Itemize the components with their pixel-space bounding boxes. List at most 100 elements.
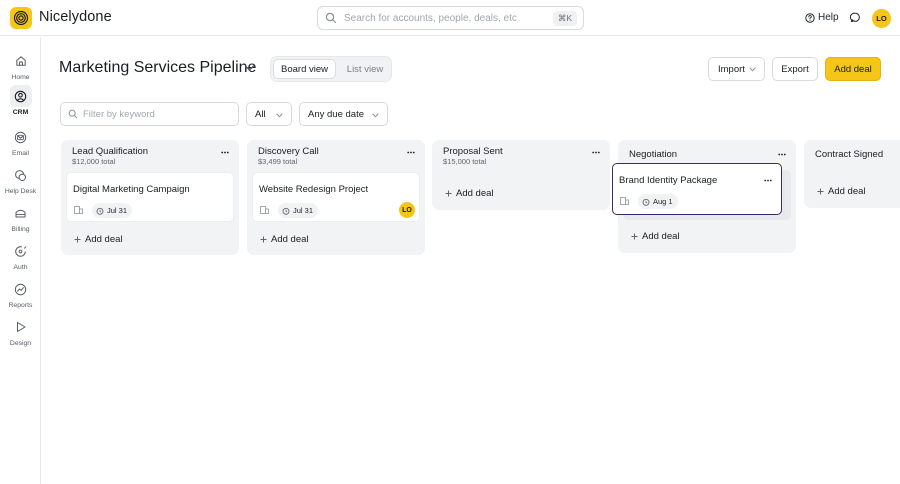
plus-icon [74, 236, 81, 243]
helpdesk-icon [15, 169, 27, 181]
app-name: Nicelydone [39, 9, 112, 25]
deal-card[interactable]: Website Redesign Project Jul 31 LO [252, 172, 420, 222]
sidebar-item-reports[interactable]: Reports [0, 278, 41, 309]
board-view-tab[interactable]: Board view [273, 59, 336, 79]
pipeline-column-proposal-sent: Proposal Sent $15,000 total Add deal [432, 140, 610, 210]
export-button[interactable]: Export [772, 57, 818, 81]
pipeline-column-lead-qualification: Lead Qualification $12,000 total Digital… [61, 140, 239, 255]
sidebar-item-home[interactable]: Home [0, 50, 41, 81]
due-date-badge: Jul 31 [278, 203, 319, 218]
search-input[interactable]: Search for accounts, people, deals, etc [344, 13, 553, 24]
building-icon [260, 206, 269, 214]
plus-icon [631, 233, 638, 240]
column-title: Lead Qualification [72, 146, 149, 157]
column-total: $15,000 total [443, 157, 487, 166]
pipeline-column-negotiation: Negotiation Brand Identity Package Aug 1… [612, 140, 796, 253]
due-date-filter-select[interactable]: Any due date [299, 102, 388, 126]
user-avatar[interactable]: LO [872, 9, 891, 28]
deal-card[interactable]: Digital Marketing Campaign Jul 31 [66, 172, 234, 222]
crm-icon [14, 90, 27, 102]
pipeline-column-discovery-call: Discovery Call $3,499 total Website Rede… [247, 140, 425, 255]
due-date-badge: Aug 1 [638, 194, 678, 209]
sidebar: Home CRM Email Help Desk Billing Auth Re… [0, 37, 41, 484]
deal-title: Brand Identity Package [619, 175, 718, 186]
keyword-filter-input[interactable]: Filter by keyword [60, 102, 239, 126]
due-date-badge: Jul 31 [92, 203, 133, 218]
add-deal-label: Add deal [642, 231, 680, 242]
sidebar-item-label: Auth [13, 264, 28, 271]
deal-title: Digital Marketing Campaign [73, 184, 190, 195]
deal-owner-avatar[interactable]: LO [399, 202, 415, 218]
column-title: Discovery Call [258, 146, 319, 157]
help-label: Help [818, 12, 839, 23]
due-date-text: Jul 31 [107, 206, 128, 215]
sidebar-item-billing[interactable]: Billing [0, 202, 41, 233]
more-horizontal-icon[interactable] [221, 151, 229, 154]
billing-icon [15, 209, 26, 217]
help-button[interactable]: Help [805, 12, 839, 23]
sidebar-item-help-desk[interactable]: Help Desk [0, 164, 41, 195]
building-icon [74, 206, 83, 214]
more-horizontal-icon[interactable] [407, 151, 415, 154]
chevron-down-icon[interactable] [244, 64, 255, 72]
view-toggle: Board view List view [270, 56, 392, 82]
due-date-text: Aug 1 [653, 197, 673, 206]
chat-icon[interactable] [850, 12, 861, 23]
top-bar: Nicelydone Search for accounts, people, … [0, 0, 900, 36]
add-deal-link[interactable]: Add deal [260, 234, 309, 245]
add-deal-link[interactable]: Add deal [74, 234, 123, 245]
sidebar-item-email[interactable]: Email [0, 126, 41, 157]
app-logo[interactable] [10, 7, 32, 29]
sidebar-item-design[interactable]: Design [0, 316, 41, 347]
alarm-clock-icon [282, 207, 290, 215]
global-search[interactable]: Search for accounts, people, deals, etc … [317, 6, 584, 30]
add-deal-link[interactable]: Add deal [817, 186, 866, 197]
column-title: Proposal Sent [443, 146, 503, 157]
help-icon [805, 12, 815, 23]
deal-card-dragging[interactable]: Brand Identity Package Aug 1 [612, 163, 782, 215]
search-icon [325, 12, 337, 24]
chevron-down-icon [276, 113, 283, 118]
building-icon [620, 197, 629, 205]
logo-spiral-icon [13, 10, 29, 26]
search-shortcut: ⌘K [552, 10, 577, 26]
sidebar-item-label: Help Desk [4, 188, 37, 195]
keyword-filter-placeholder: Filter by keyword [83, 108, 155, 120]
sidebar-item-auth[interactable]: Auth [0, 240, 41, 271]
more-horizontal-icon[interactable] [764, 179, 772, 182]
add-deal-link[interactable]: Add deal [445, 188, 494, 199]
design-icon [16, 322, 25, 332]
email-icon [14, 131, 27, 143]
add-deal-label: Add deal [456, 188, 494, 199]
plus-icon [445, 190, 452, 197]
add-deal-label: Add deal [271, 234, 309, 245]
import-button[interactable]: Import [708, 57, 765, 81]
sidebar-item-label: Home [11, 74, 30, 81]
chevron-down-icon [749, 67, 756, 72]
owner-filter-select[interactable]: All [246, 102, 292, 126]
add-deal-label: Add deal [828, 186, 866, 197]
column-title: Negotiation [629, 149, 678, 160]
home-icon [15, 56, 26, 66]
due-date-text: Jul 31 [293, 206, 314, 215]
owner-filter-value: All [255, 108, 266, 120]
sidebar-item-label: Design [9, 340, 32, 347]
sidebar-item-label: Billing [11, 226, 30, 233]
alarm-clock-icon [642, 198, 650, 206]
add-deal-link[interactable]: Add deal [631, 231, 680, 242]
pipeline-column-contract-signed: Contract Signed Add deal [804, 140, 900, 208]
sidebar-item-crm[interactable]: CRM [0, 85, 41, 116]
plus-icon [817, 188, 824, 195]
add-deal-button[interactable]: Add deal [825, 57, 881, 81]
more-horizontal-icon[interactable] [592, 151, 600, 154]
chevron-down-icon [372, 113, 379, 118]
page-title: Marketing Services Pipeline [59, 59, 257, 76]
deal-title: Website Redesign Project [259, 184, 369, 195]
list-view-tab[interactable]: List view [339, 59, 391, 79]
due-date-filter-value: Any due date [308, 108, 364, 120]
auth-icon [15, 245, 27, 257]
sidebar-item-label: Reports [8, 302, 33, 309]
search-icon [68, 109, 78, 119]
column-total: $12,000 total [72, 157, 116, 166]
more-horizontal-icon[interactable] [778, 153, 786, 156]
